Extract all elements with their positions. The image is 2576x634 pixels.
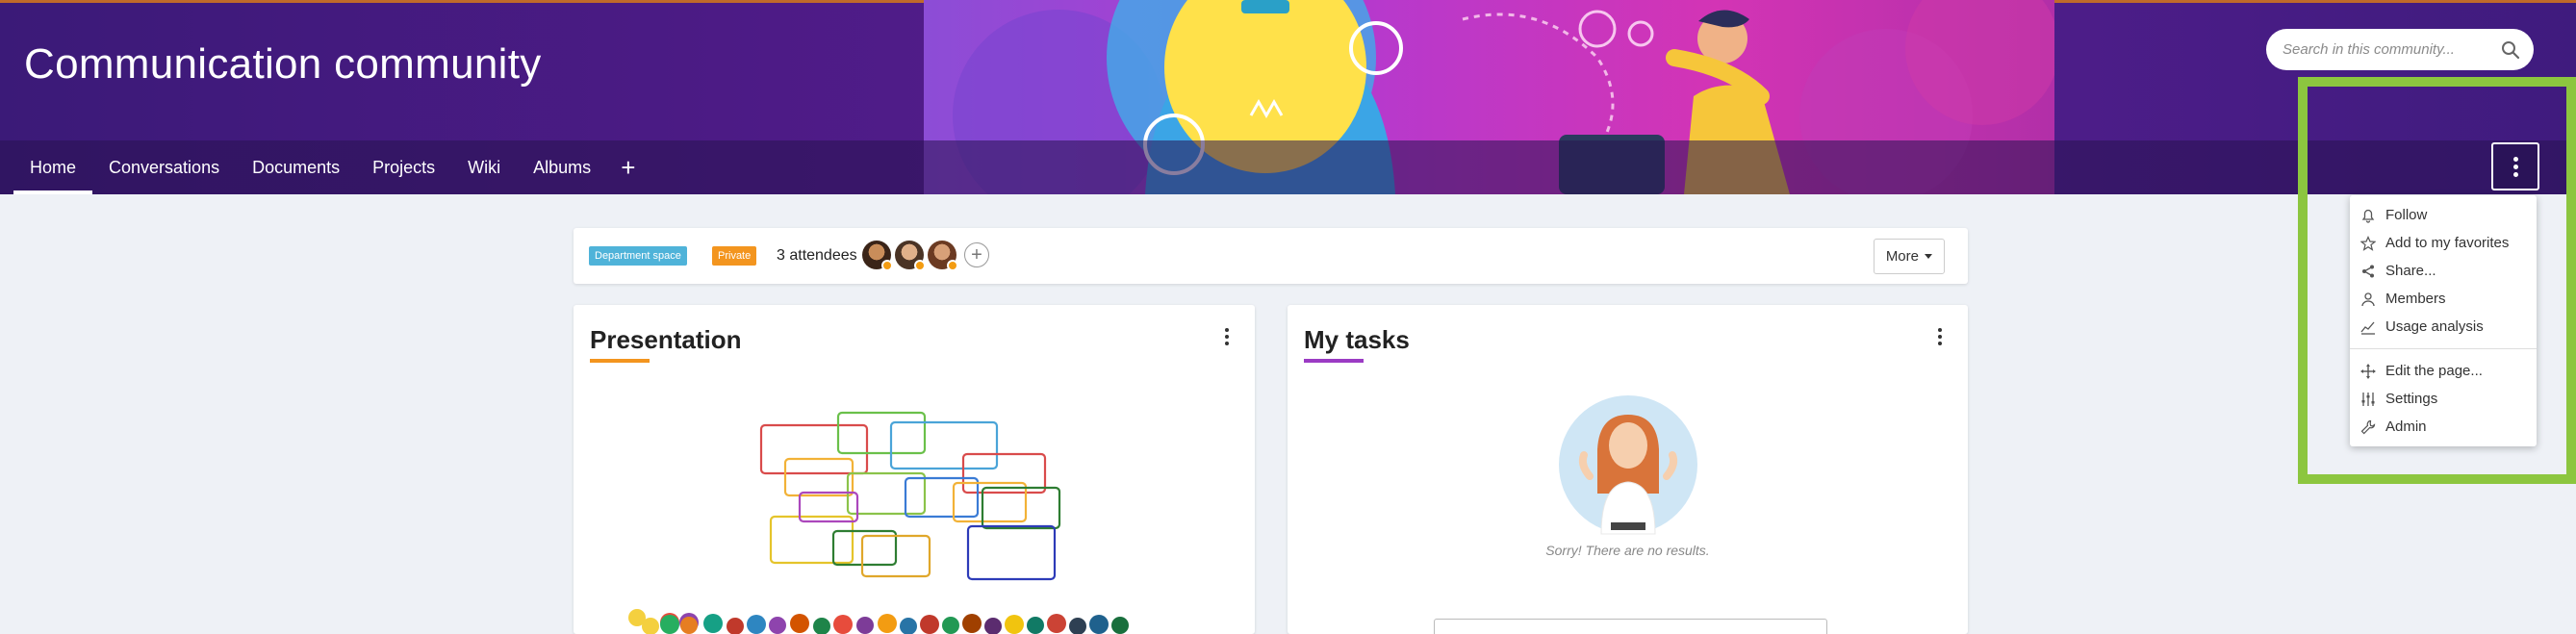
tab-albums[interactable]: Albums bbox=[517, 140, 607, 194]
share-icon bbox=[2359, 263, 2377, 280]
speech-bubbles-illustration bbox=[628, 411, 1129, 634]
menu-item-settings[interactable]: Settings bbox=[2350, 385, 2537, 413]
bell-icon bbox=[2359, 207, 2377, 224]
status-dot bbox=[914, 260, 926, 271]
avatar[interactable] bbox=[928, 241, 958, 271]
menu-item-admin[interactable]: Admin bbox=[2350, 413, 2537, 441]
search-input[interactable] bbox=[2283, 41, 2501, 58]
move-icon bbox=[2359, 363, 2377, 380]
wrench-icon bbox=[2359, 418, 2377, 436]
no-results-message: Sorry! There are no results. bbox=[1545, 543, 1710, 558]
more-label: More bbox=[1885, 248, 1919, 265]
status-dot bbox=[947, 260, 958, 271]
caret-down-icon bbox=[1925, 254, 1932, 259]
add-task-button[interactable] bbox=[1434, 619, 1827, 634]
card-title-underline bbox=[1304, 359, 1364, 363]
menu-item-label: Add to my favorites bbox=[2385, 235, 2510, 251]
menu-item-members[interactable]: Members bbox=[2350, 285, 2537, 313]
menu-item-usage-analysis[interactable]: Usage analysis bbox=[2350, 313, 2537, 341]
attendee-avatars: + bbox=[862, 241, 989, 271]
add-tab-plus-icon[interactable]: + bbox=[607, 140, 649, 194]
community-info-bar: Department space Private 3 attendees + M… bbox=[574, 228, 1968, 284]
menu-item-label: Usage analysis bbox=[2385, 318, 2484, 335]
menu-item-label: Follow bbox=[2385, 207, 2428, 223]
menu-divider bbox=[2350, 348, 2537, 349]
more-button[interactable]: More bbox=[1873, 239, 1945, 274]
star-icon bbox=[2359, 235, 2377, 252]
department-badge: Department space bbox=[589, 246, 687, 266]
tab-label: Documents bbox=[252, 157, 341, 177]
private-badge: Private bbox=[712, 246, 757, 266]
sliders-icon bbox=[2359, 391, 2377, 408]
menu-item-label: Share... bbox=[2385, 263, 2436, 279]
tab-projects[interactable]: Projects bbox=[356, 140, 451, 194]
tab-home[interactable]: Home bbox=[13, 140, 93, 194]
chart-icon bbox=[2359, 318, 2377, 336]
menu-item-edit-page[interactable]: Edit the page... bbox=[2350, 357, 2537, 385]
avatar[interactable] bbox=[862, 241, 893, 271]
tab-label: Albums bbox=[533, 157, 592, 177]
menu-item-follow[interactable]: Follow bbox=[2350, 201, 2537, 229]
tab-label: Wiki bbox=[468, 157, 501, 177]
menu-item-label: Members bbox=[2385, 291, 2446, 307]
crowd-silhouettes bbox=[642, 614, 1129, 634]
menu-item-share[interactable]: Share... bbox=[2350, 257, 2537, 285]
community-nav: Home Conversations Documents Projects Wi… bbox=[0, 140, 2576, 194]
nav-tabs: Home Conversations Documents Projects Wi… bbox=[13, 140, 649, 194]
tab-conversations[interactable]: Conversations bbox=[92, 140, 236, 194]
empty-state-illustration bbox=[1559, 395, 1697, 535]
search-icon[interactable] bbox=[2501, 40, 2520, 60]
menu-item-favorites[interactable]: Add to my favorites bbox=[2350, 229, 2537, 257]
card-title: My tasks bbox=[1304, 325, 1410, 354]
status-dot bbox=[881, 260, 893, 271]
presentation-card: Presentation bbox=[574, 305, 1255, 634]
menu-item-label: Settings bbox=[2385, 391, 2438, 407]
menu-item-label: Admin bbox=[2385, 418, 2427, 435]
tab-label: Conversations bbox=[109, 157, 220, 177]
tab-label: Projects bbox=[372, 157, 436, 177]
tab-documents[interactable]: Documents bbox=[236, 140, 356, 194]
tab-label: Home bbox=[30, 157, 77, 177]
attendees-count[interactable]: 3 attendees bbox=[777, 246, 857, 266]
person-icon bbox=[2359, 291, 2377, 308]
tab-wiki[interactable]: Wiki bbox=[451, 140, 517, 194]
avatar[interactable] bbox=[895, 241, 926, 271]
my-tasks-card: My tasks Sorry! There are no results. bbox=[1288, 305, 1968, 634]
community-search[interactable] bbox=[2266, 29, 2534, 70]
add-attendee-plus-icon[interactable]: + bbox=[964, 242, 989, 267]
menu-item-label: Edit the page... bbox=[2385, 363, 2483, 379]
community-options-menu: Follow Add to my favorites Share... Memb… bbox=[2350, 195, 2537, 446]
card-options-kebab-icon[interactable] bbox=[1938, 328, 1942, 345]
community-title: Communication community bbox=[24, 40, 542, 88]
